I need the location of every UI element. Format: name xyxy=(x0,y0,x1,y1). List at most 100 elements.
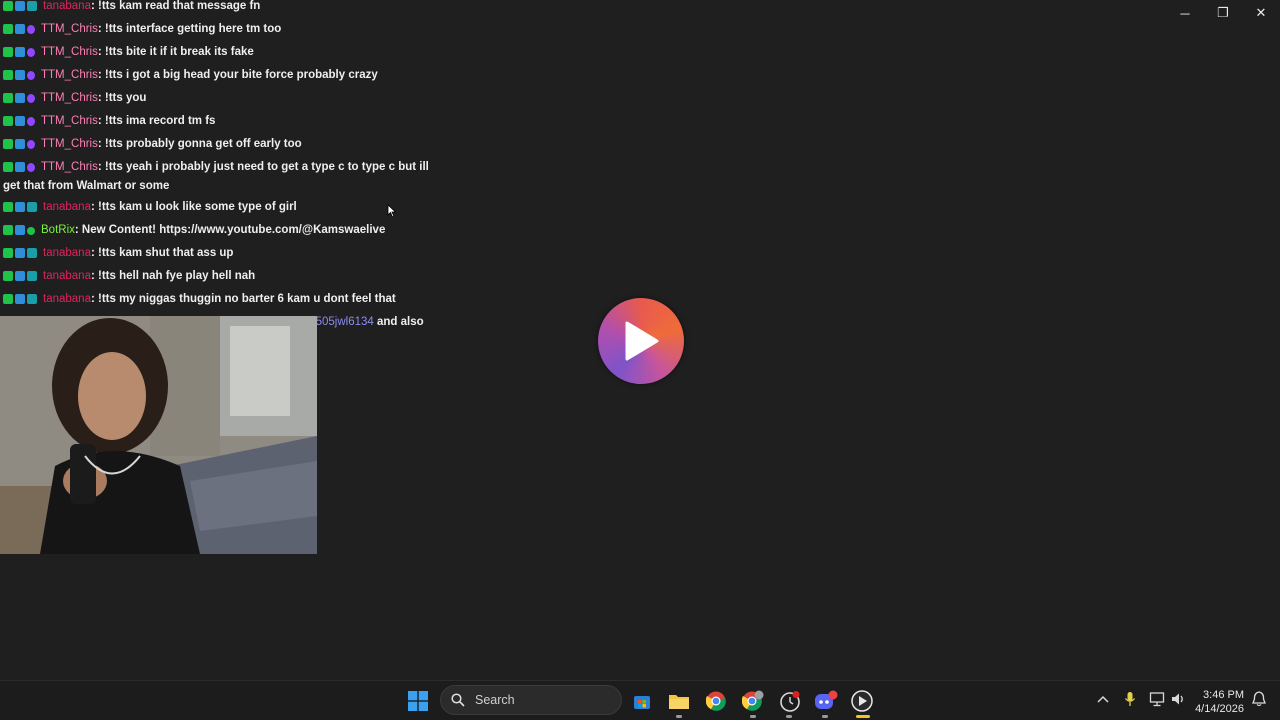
chat-username[interactable]: TTM_Chris xyxy=(41,161,98,173)
chat-username[interactable]: tanabana xyxy=(43,247,91,259)
blue-badge-icon xyxy=(15,202,25,212)
chat-username[interactable]: tanabana xyxy=(43,201,91,213)
chat-username[interactable]: tanabana xyxy=(43,270,91,282)
clock-time: 3:46 PM xyxy=(1203,689,1244,701)
blue-badge-icon xyxy=(15,47,25,57)
search-input[interactable]: Search xyxy=(440,685,622,715)
green-badge-icon xyxy=(3,248,13,258)
blue-badge-icon xyxy=(15,294,25,304)
file-explorer-icon[interactable] xyxy=(667,689,691,713)
teal-badge-icon xyxy=(27,271,37,281)
chat-message: tanabana: !tts kam shut that ass up xyxy=(0,243,430,266)
play-icon xyxy=(603,303,679,379)
chat-message: TTM_Chris: !tts yeah i probably just nee… xyxy=(0,157,430,197)
search-icon xyxy=(451,693,465,707)
teal-badge-icon xyxy=(27,1,37,11)
chat-badges xyxy=(3,161,37,178)
teal-badge-icon xyxy=(27,294,37,304)
chat-badges xyxy=(3,92,37,109)
blue-badge-icon xyxy=(15,162,25,172)
chat-text: : !tts i got a big head your bite force … xyxy=(97,69,378,81)
network-icon[interactable] xyxy=(1149,691,1165,710)
blue-badge-icon xyxy=(15,248,25,258)
chrome-profile-icon[interactable] xyxy=(741,689,765,713)
purple-badge-icon xyxy=(27,71,35,80)
chat-message: TTM_Chris: !tts interface getting here t… xyxy=(0,19,430,42)
clock-app-icon[interactable] xyxy=(778,689,802,713)
chat-username[interactable]: TTM_Chris xyxy=(41,46,98,58)
window-controls: ─ ❐ ✕ xyxy=(1166,0,1280,26)
purple-badge-icon xyxy=(27,94,35,103)
media-player-icon[interactable] xyxy=(850,689,874,713)
green-badge-icon xyxy=(3,294,13,304)
chat-badges xyxy=(3,224,37,241)
store-icon[interactable] xyxy=(630,689,654,713)
green-badge-icon xyxy=(3,1,13,11)
play-button[interactable] xyxy=(598,298,684,384)
purple-badge-icon xyxy=(27,163,35,172)
system-clock[interactable]: 3:46 PM 4/14/2026 xyxy=(1195,688,1244,716)
volume-icon[interactable] xyxy=(1170,691,1186,710)
chrome-icon[interactable] xyxy=(704,689,728,713)
purple-badge-icon xyxy=(27,25,35,34)
blue-badge-icon xyxy=(15,1,25,11)
chat-text: : New Content! https://www.youtube.com/@… xyxy=(74,224,386,236)
discord-icon[interactable] xyxy=(814,689,838,713)
chat-message: TTM_Chris: !tts you xyxy=(0,88,430,111)
chat-message: tanabana: !tts kam u look like some type… xyxy=(0,197,430,220)
chat-badges xyxy=(3,46,37,63)
close-button[interactable]: ✕ xyxy=(1242,0,1280,26)
purple-badge-icon xyxy=(27,48,35,57)
green-badge-icon xyxy=(3,70,13,80)
chat-badges xyxy=(3,23,37,40)
search-label: Search xyxy=(475,693,515,707)
chat-username[interactable]: tanabana xyxy=(43,0,91,12)
chat-badges xyxy=(3,270,39,287)
chat-text: : !tts my niggas thuggin no barter 6 kam… xyxy=(90,293,396,305)
blue-badge-icon xyxy=(15,271,25,281)
chat-badges xyxy=(3,247,39,264)
green-badge-icon xyxy=(3,47,13,57)
chat-message: TTM_Chris: !tts probably gonna get off e… xyxy=(0,134,430,157)
blue-badge-icon xyxy=(15,225,25,235)
chat-badges xyxy=(3,201,39,218)
chat-username[interactable]: TTM_Chris xyxy=(41,69,98,81)
chat-username[interactable]: TTM_Chris xyxy=(41,138,98,150)
minimize-button[interactable]: ─ xyxy=(1166,0,1204,26)
chat-message: tanabana: !tts hell nah fye play hell na… xyxy=(0,266,430,289)
purple-badge-icon xyxy=(27,117,35,126)
chat-text: : !tts probably gonna get off early too xyxy=(97,138,302,150)
chat-username[interactable]: tanabana xyxy=(43,293,91,305)
chat-message: TTM_Chris: !tts i got a big head your bi… xyxy=(0,65,430,88)
chat-text: : !tts interface getting here tm too xyxy=(97,23,282,35)
restore-button[interactable]: ❐ xyxy=(1204,0,1242,26)
chat-text: : !tts kam shut that ass up xyxy=(90,247,234,259)
chat-text: : !tts bite it if it break its fake xyxy=(97,46,254,58)
chat-username[interactable]: TTM_Chris xyxy=(41,92,98,104)
mouse-cursor-icon xyxy=(387,204,397,223)
microphone-icon[interactable] xyxy=(1124,691,1136,710)
blue-badge-icon xyxy=(15,70,25,80)
blue-badge-icon xyxy=(15,139,25,149)
chat-message: tanabana: !tts kam read that message fn xyxy=(0,0,430,19)
chat-text: and also xyxy=(373,316,424,328)
notifications-icon[interactable] xyxy=(1252,691,1266,710)
chat-username[interactable]: TTM_Chris xyxy=(41,23,98,35)
chat-username[interactable]: BotRix xyxy=(41,224,75,236)
clock-date: 4/14/2026 xyxy=(1195,703,1244,715)
chat-username[interactable]: TTM_Chris xyxy=(41,115,98,127)
chevron-up-icon[interactable] xyxy=(1097,692,1109,707)
green-badge-icon xyxy=(3,24,13,34)
chat-text: : !tts kam u look like some type of girl xyxy=(90,201,297,213)
green-badge-icon xyxy=(3,271,13,281)
green-badge-icon xyxy=(3,162,13,172)
chat-badges xyxy=(3,115,37,132)
green-badge-icon xyxy=(3,225,13,235)
explorer-running-indicator xyxy=(676,715,682,718)
chat-overlay: tanabana: !tts kam read that message fn T… xyxy=(0,0,430,352)
teal-badge-icon xyxy=(27,248,37,258)
purple-badge-icon xyxy=(27,140,35,149)
windows-start-icon[interactable] xyxy=(406,689,430,713)
webcam-feed xyxy=(0,316,317,554)
green-badge-icon xyxy=(3,116,13,126)
